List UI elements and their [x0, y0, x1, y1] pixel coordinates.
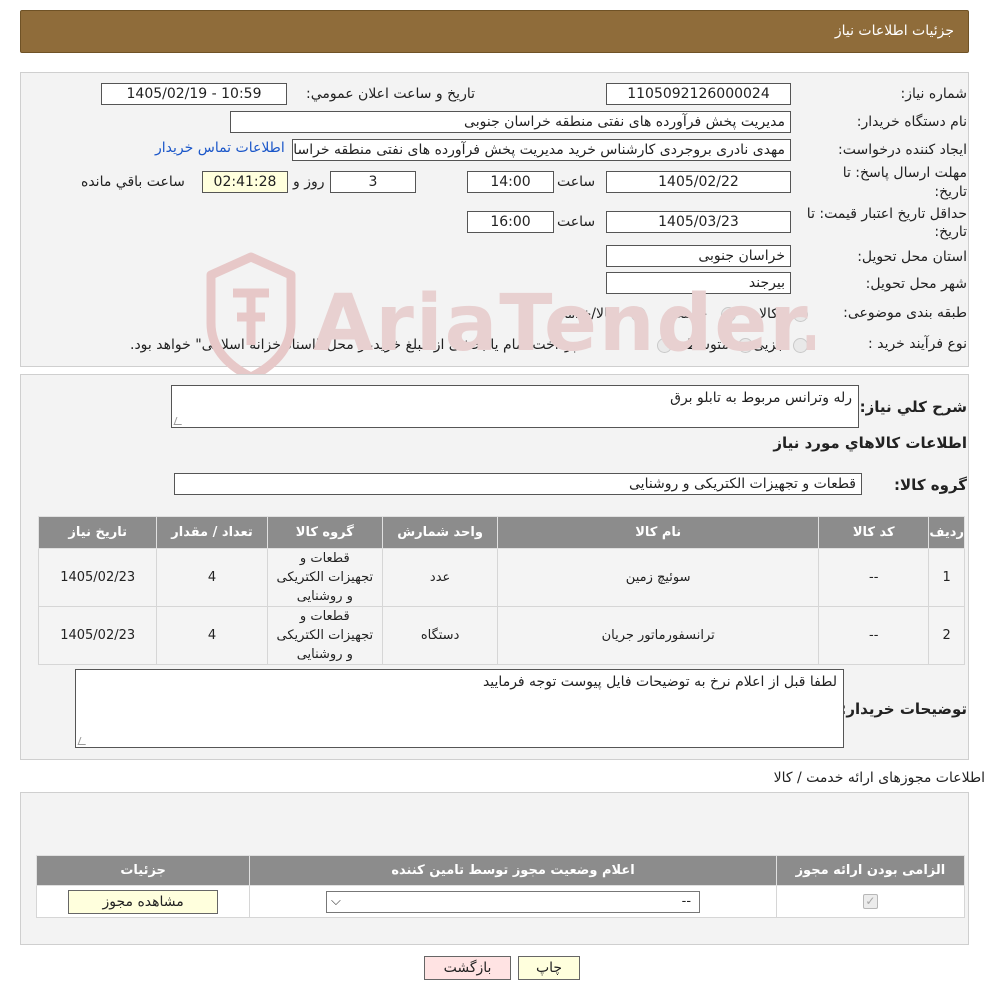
goods-group-label: گروه كالا: — [894, 476, 967, 494]
category-goods-radio[interactable] — [793, 307, 808, 322]
page-title: جزئیات اطلاعات نیاز — [834, 23, 954, 39]
remaining-time-field: 02:41:28 — [202, 171, 288, 193]
permit-status-value: -- — [681, 893, 692, 909]
col-row: رديف — [928, 516, 965, 549]
cell-qty: 4 — [156, 606, 268, 665]
cell-code: -- — [818, 548, 930, 607]
goods-section-title: اطلاعات كالاهاي مورد نياز — [773, 434, 967, 452]
deadline-time-field: 14:00 — [467, 171, 554, 193]
category-goods-service-label: کالا/خدمت — [554, 306, 615, 322]
cell-code: -- — [818, 606, 930, 665]
permit-details-cell: مشاهده مجوز — [35, 885, 251, 918]
category-service-label: خدمت — [670, 306, 708, 322]
process-medium-radio[interactable] — [738, 338, 753, 353]
permit-required-cell: ✓ — [775, 885, 966, 918]
cell-unit: عدد — [381, 548, 499, 607]
process-medium-label: متوسط — [685, 337, 729, 353]
days-label: روز و — [293, 174, 325, 190]
goods-group-field: قطعات و تجهیزات الکتریکی و روشنایی — [174, 473, 862, 495]
process-minor-label: جزیی — [753, 337, 785, 353]
city-field: بیرجند — [606, 272, 791, 294]
cell-group: قطعات و تجهیزات الکتریکی و روشنایی — [266, 606, 383, 665]
treasury-note: پرداخت تمام یا بخشی از مبلغ خرید،از محل … — [130, 337, 577, 353]
col-permit-required: الزامی بودن ارائه مجوز — [775, 855, 966, 886]
cell-group: قطعات و تجهیزات الکتریکی و روشنایی — [266, 548, 383, 607]
need-number-label: شماره نیاز: — [900, 86, 968, 102]
table-row: 2 -- ترانسفورماتور جریان دستگاه قطعات و … — [37, 606, 965, 665]
col-name: نام کالا — [497, 516, 820, 549]
deadline-label-date: تاریخ: — [934, 184, 967, 200]
category-label: طبقه بندی موضوعی: — [843, 305, 967, 321]
permit-status-select[interactable]: -- ⌵ — [326, 890, 701, 913]
days-field: 3 — [330, 171, 416, 193]
permits-table: الزامی بودن ارائه مجوز اعلام وضعیت مجوز … — [35, 855, 966, 918]
category-goods-service-radio[interactable] — [631, 307, 646, 322]
page-header: جزئیات اطلاعات نیاز — [20, 10, 969, 53]
category-goods-label: کالا — [759, 306, 778, 322]
resize-handle-icon[interactable] — [173, 417, 185, 425]
buyer-label: نام دستگاه خریدار: — [856, 114, 967, 130]
cell-date: 1405/02/23 — [37, 548, 158, 607]
resize-handle-icon[interactable] — [77, 737, 89, 745]
goods-table-header: رديف کد کالا نام کالا واحد شمارش گروه کا… — [37, 516, 965, 549]
creator-label: ایجاد کننده درخواست: — [838, 142, 967, 158]
buyer-field: مدیریت پخش فرآورده های نفتی منطقه خراسان… — [230, 111, 791, 133]
cell-date: 1405/02/23 — [37, 606, 158, 665]
need-number-field: 1105092126000024 — [606, 83, 791, 105]
permits-section-title: اطلاعات مجوزهای ارائه خدمت / کالا — [773, 770, 985, 786]
col-date: تاریخ نیاز — [37, 516, 158, 549]
goods-table: رديف کد کالا نام کالا واحد شمارش گروه کا… — [37, 516, 965, 665]
cell-row: 2 — [928, 606, 965, 665]
city-label: شهر محل تحویل: — [865, 276, 967, 292]
announce-label: تاریخ و ساعت اعلان عمومي: — [306, 86, 475, 102]
province-label: استان محل تحویل: — [857, 249, 967, 265]
print-button[interactable]: چاپ — [518, 956, 580, 980]
col-unit: واحد شمارش — [381, 516, 499, 549]
announce-datetime-field: 1405/02/19 - 10:59 — [101, 83, 287, 105]
col-permit-status: اعلام وضعیت مجوز توسط تامین کننده — [249, 855, 777, 886]
deadline-label: مهلت ارسال پاسخ: تا — [842, 165, 967, 181]
treasury-option-radio[interactable] — [657, 338, 672, 353]
province-field: خراسان جنوبی — [606, 245, 791, 267]
view-permit-button[interactable]: مشاهده مجوز — [68, 889, 219, 914]
description-text: رله وترانس مربوط به تابلو برق — [670, 390, 852, 406]
deadline-time-label: ساعت — [557, 174, 596, 190]
cell-unit: دستگاه — [381, 606, 499, 665]
validity-label: حداقل تاریخ اعتبار قیمت: تا — [806, 206, 967, 222]
category-service-radio[interactable] — [721, 307, 736, 322]
col-code: کد کالا — [818, 516, 930, 549]
description-textarea: رله وترانس مربوط به تابلو برق — [171, 385, 859, 428]
cell-name: ترانسفورماتور جریان — [497, 606, 820, 665]
process-minor-radio[interactable] — [793, 338, 808, 353]
validity-time-field: 16:00 — [467, 211, 554, 233]
deadline-date-field: 1405/02/22 — [606, 171, 791, 193]
buyer-notes-label: توضیحات خریدار: — [840, 700, 967, 718]
cell-name: سوئیچ زمین — [497, 548, 820, 607]
chevron-down-icon: ⌵ — [331, 893, 341, 909]
permits-table-header: الزامی بودن ارائه مجوز اعلام وضعیت مجوز … — [35, 855, 966, 886]
cell-row: 1 — [928, 548, 965, 607]
validity-time-label: ساعت — [557, 214, 596, 230]
permit-status-cell: -- ⌵ — [249, 885, 777, 918]
cell-qty: 4 — [156, 548, 268, 607]
col-permit-details: جزئیات — [35, 855, 251, 886]
col-qty: تعداد / مقدار — [156, 516, 268, 549]
table-row: ✓ -- ⌵ مشاهده مجوز — [35, 885, 966, 918]
validity-label-date: تاریخ: — [934, 224, 967, 240]
buyer-notes-text: لطفا قبل از اعلام نرخ به توضیحات فایل پی… — [482, 674, 837, 690]
buyer-notes-textarea: لطفا قبل از اعلام نرخ به توضیحات فایل پی… — [75, 669, 844, 748]
col-group: گروه کالا — [266, 516, 383, 549]
buyer-contact-link[interactable]: اطلاعات تماس خریدار — [155, 140, 285, 156]
creator-field: مهدی نادری بروجردی کارشناس خرید مدیریت پ… — [292, 139, 791, 161]
process-label: نوع فرآیند خرید : — [868, 336, 967, 352]
remaining-label: ساعت باقي مانده — [81, 174, 185, 190]
back-button[interactable]: بازگشت — [424, 956, 511, 980]
table-row: 1 -- سوئیچ زمین عدد قطعات و تجهیزات الکت… — [37, 548, 965, 607]
description-label: شرح كلي نياز: — [859, 398, 967, 416]
permit-required-checkbox[interactable]: ✓ — [862, 894, 878, 909]
validity-date-field: 1405/03/23 — [606, 211, 791, 233]
